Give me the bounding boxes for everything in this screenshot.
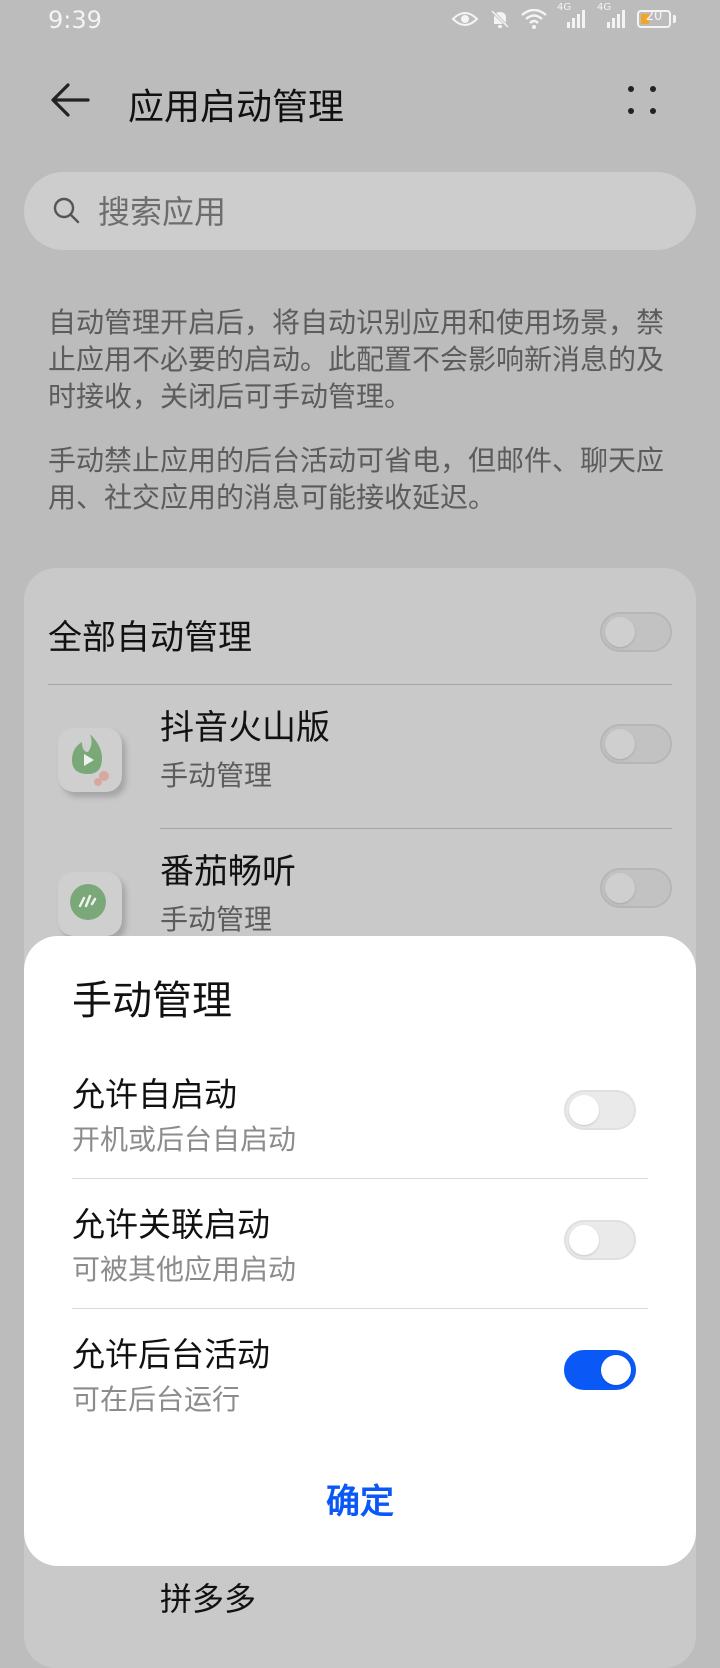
toggle-knob xyxy=(605,617,635,647)
fanqie-changting-icon xyxy=(58,872,122,936)
background-activity-toggle[interactable] xyxy=(564,1350,636,1390)
all-auto-manage-toggle[interactable] xyxy=(600,612,672,652)
toggle-knob xyxy=(569,1225,599,1255)
app-name: 番茄畅听 xyxy=(160,852,296,892)
option-title: 允许自启动 xyxy=(72,1075,237,1114)
app-toggle[interactable] xyxy=(600,868,672,908)
back-button[interactable] xyxy=(44,78,96,122)
dialog-title: 手动管理 xyxy=(72,978,232,1024)
option-subtitle: 可在后台运行 xyxy=(72,1383,241,1416)
option-title: 允许后台活动 xyxy=(72,1335,270,1374)
associated-start-toggle[interactable] xyxy=(564,1220,636,1260)
search-icon xyxy=(53,197,80,224)
dot xyxy=(650,108,656,114)
search-input[interactable] xyxy=(96,172,660,252)
divider xyxy=(48,684,672,685)
signal-icon xyxy=(607,10,625,28)
auto-start-toggle[interactable] xyxy=(564,1090,636,1130)
status-bar: 9:39 4G 4G 20 xyxy=(0,0,720,44)
signal-group-2: 4G xyxy=(597,2,627,30)
description-auto: 自动管理开启后，将自动识别应用和使用场景，禁止应用不必要的启动。此配置不会影响新… xyxy=(48,306,665,413)
toggle-knob xyxy=(605,873,635,903)
toggle-knob xyxy=(569,1095,599,1125)
toggle-knob xyxy=(601,1355,631,1385)
status-icons: 4G 4G 20 xyxy=(451,2,676,30)
dot xyxy=(650,86,656,92)
status-time: 9:39 xyxy=(48,6,102,34)
more-options-button[interactable] xyxy=(620,78,664,122)
app-toggle[interactable] xyxy=(600,724,672,764)
arrow-left-icon xyxy=(51,83,90,117)
screen: 9:39 4G 4G 20 应用启动管理 搜索应用 自动管理开启后，将自动识别应… xyxy=(0,0,720,1668)
dot xyxy=(628,86,634,92)
eye-icon xyxy=(451,12,479,26)
dot xyxy=(628,108,634,114)
description-manual: 手动禁止应用的后台活动可省电，但邮件、聊天应用、社交应用的消息可能接收延迟。 xyxy=(48,444,665,514)
divider xyxy=(160,828,672,829)
battery-icon: 20 xyxy=(637,9,671,28)
option-title: 允许关联启动 xyxy=(72,1205,270,1244)
signal-icon xyxy=(567,10,585,28)
wifi-icon xyxy=(521,9,547,29)
option-background-activity[interactable]: 允许后台活动 可在后台运行 xyxy=(72,1328,648,1458)
option-subtitle: 开机或后台自启动 xyxy=(72,1123,297,1156)
all-auto-manage-row[interactable]: 全部自动管理 xyxy=(48,604,672,660)
bell-muted-icon xyxy=(490,9,510,29)
header: 应用启动管理 xyxy=(0,60,720,140)
app-status: 手动管理 xyxy=(160,759,273,792)
signal-group-1: 4G xyxy=(557,2,587,30)
app-row-douyin[interactable]: 抖音火山版 手动管理 xyxy=(24,700,696,840)
app-status: 手动管理 xyxy=(160,903,273,936)
option-subtitle: 可被其他应用启动 xyxy=(72,1253,297,1286)
divider xyxy=(72,1308,648,1309)
battery-cap xyxy=(673,15,676,23)
douyin-huoshan-icon xyxy=(58,728,122,792)
app-name-peek: 拼多多 xyxy=(160,1580,257,1618)
manual-manage-dialog: 手动管理 允许自启动 开机或后台自启动 允许关联启动 可被其他应用启动 允许后台… xyxy=(24,936,696,1566)
divider xyxy=(72,1178,648,1179)
app-name: 抖音火山版 xyxy=(160,708,330,748)
toggle-knob xyxy=(605,729,635,759)
confirm-button[interactable]: 确定 xyxy=(260,1470,460,1526)
search-bar[interactable] xyxy=(24,172,696,252)
battery-level: 20 xyxy=(645,9,663,24)
page-title: 应用启动管理 xyxy=(128,87,345,128)
all-auto-manage-label: 全部自动管理 xyxy=(48,618,252,658)
